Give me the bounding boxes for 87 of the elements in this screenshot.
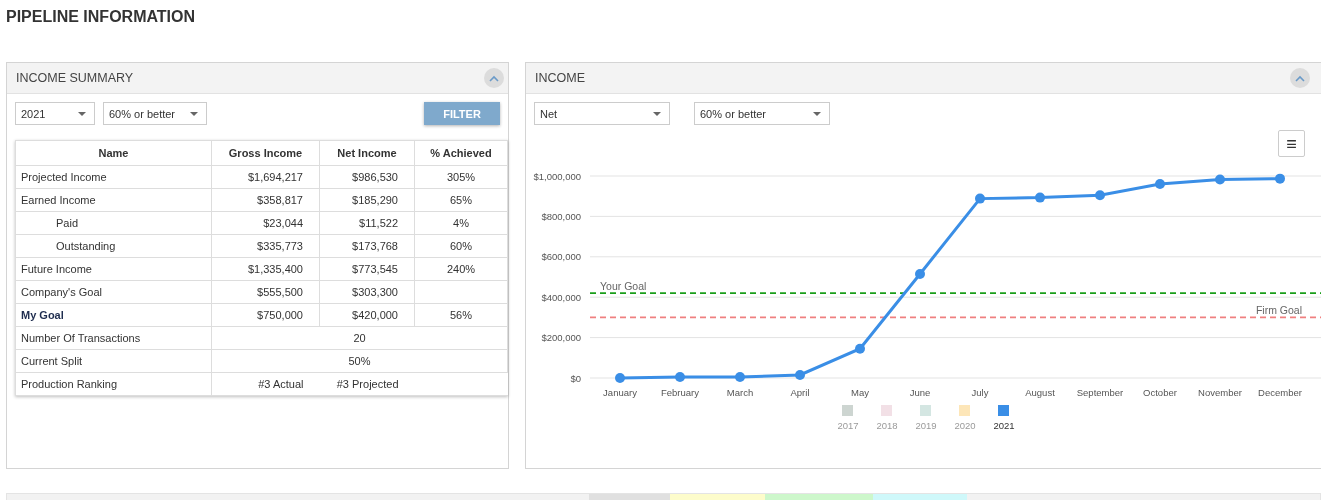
data-point <box>1155 179 1165 190</box>
table-cell: Company's Goal <box>15 280 212 304</box>
dropdown[interactable]: 60% or better <box>103 102 207 125</box>
month-label: July <box>971 387 989 398</box>
column-header: Gross Income <box>211 140 320 166</box>
table-cell: $420,000 <box>319 303 415 327</box>
month-label: August <box>1025 387 1055 398</box>
legend-swatch[interactable] <box>842 405 853 416</box>
axis-label: $600,000 <box>541 251 581 263</box>
month-label: March <box>726 387 754 398</box>
table-cell: My Goal <box>15 303 212 327</box>
table-cell: #3 Projected <box>319 372 415 396</box>
month-label: May <box>851 387 869 398</box>
table-cell: $555,500 <box>211 280 320 304</box>
legend-swatch[interactable] <box>998 405 1009 416</box>
table-cell: $23,044 <box>211 211 320 235</box>
data-point <box>675 372 685 382</box>
table-cell: $303,300 <box>319 280 415 304</box>
table-cell: Production Ranking <box>15 372 212 396</box>
legend-swatch[interactable] <box>959 405 970 416</box>
table-cell: $185,290 <box>319 188 415 212</box>
table-cell: Projected Income <box>15 165 212 189</box>
table-cell: $335,773 <box>211 234 320 258</box>
table-cell: Earned Income <box>15 188 212 212</box>
month-label: December <box>1258 387 1302 398</box>
panel-title: INCOME <box>535 71 586 85</box>
data-point <box>1095 190 1105 201</box>
column-header: Name <box>15 140 212 166</box>
panel-title: INCOME SUMMARY <box>16 71 135 85</box>
page-title: PIPELINE INFORMATION <box>5 7 197 27</box>
column-header: Net Income <box>319 140 415 166</box>
table-cell: Outstanding <box>15 234 212 258</box>
legend-swatch[interactable] <box>920 405 931 416</box>
goal-label: Your Goal <box>600 280 647 293</box>
table-cell: Number Of Transactions <box>15 326 212 350</box>
column-header: % Achieved <box>414 140 508 166</box>
collapse-button[interactable] <box>484 68 504 88</box>
table-cell: $773,545 <box>319 257 415 281</box>
legend-swatch[interactable] <box>881 405 892 416</box>
month-label: January <box>603 387 637 398</box>
dropdown[interactable]: 60% or better <box>694 102 830 125</box>
data-point <box>975 193 985 204</box>
month-label: February <box>661 387 699 398</box>
table-cell: $1,335,400 <box>211 257 320 281</box>
table-cell: 65% <box>414 188 508 212</box>
axis-label: $0 <box>570 372 581 384</box>
data-point <box>1035 192 1045 203</box>
table-cell: 20 <box>211 326 508 350</box>
table-cell: 56% <box>414 303 508 327</box>
chevron-up-icon <box>489 74 499 82</box>
collapse-button[interactable] <box>1290 68 1310 88</box>
month-label: October <box>1143 387 1177 398</box>
table-cell: $11,522 <box>319 211 415 235</box>
chevron-up-icon <box>1295 74 1305 82</box>
month-label: September <box>1076 387 1124 398</box>
table-cell: $750,000 <box>211 303 320 327</box>
table-cell: Paid <box>15 211 212 235</box>
month-label: June <box>909 387 931 398</box>
table-cell: $173,768 <box>319 234 415 258</box>
table-cell: $1,694,217 <box>211 165 320 189</box>
data-point <box>795 369 805 380</box>
data-point <box>615 373 625 383</box>
month-label: November <box>1198 387 1242 398</box>
data-point <box>1215 174 1225 185</box>
table-cell: Current Split <box>15 349 212 373</box>
menu-button[interactable]: ≡ <box>1278 130 1305 157</box>
table-cell: 60% <box>414 234 508 258</box>
data-point <box>735 372 745 382</box>
axis-label: $1,000,000 <box>533 170 581 182</box>
axis-label: $400,000 <box>541 291 581 303</box>
table-cell: 305% <box>414 165 508 189</box>
table-cell: $358,817 <box>211 188 320 212</box>
goal-label: Firm Goal <box>1255 304 1302 317</box>
table-cell: 50% <box>211 349 508 373</box>
dropdown[interactable]: Net <box>534 102 670 125</box>
table-cell: 4% <box>414 211 508 235</box>
table-cell: Future Income <box>15 257 212 281</box>
dropdown[interactable]: 2021 <box>15 102 95 125</box>
data-point <box>1275 173 1285 184</box>
data-point <box>855 343 865 354</box>
month-label: April <box>790 387 810 398</box>
table-cell: 240% <box>414 257 508 281</box>
axis-label: $200,000 <box>541 332 581 344</box>
legend-label[interactable]: 2021 <box>993 420 1015 431</box>
data-point <box>915 268 925 279</box>
table-cell: $986,530 <box>319 165 415 189</box>
axis-label: $800,000 <box>541 210 581 222</box>
